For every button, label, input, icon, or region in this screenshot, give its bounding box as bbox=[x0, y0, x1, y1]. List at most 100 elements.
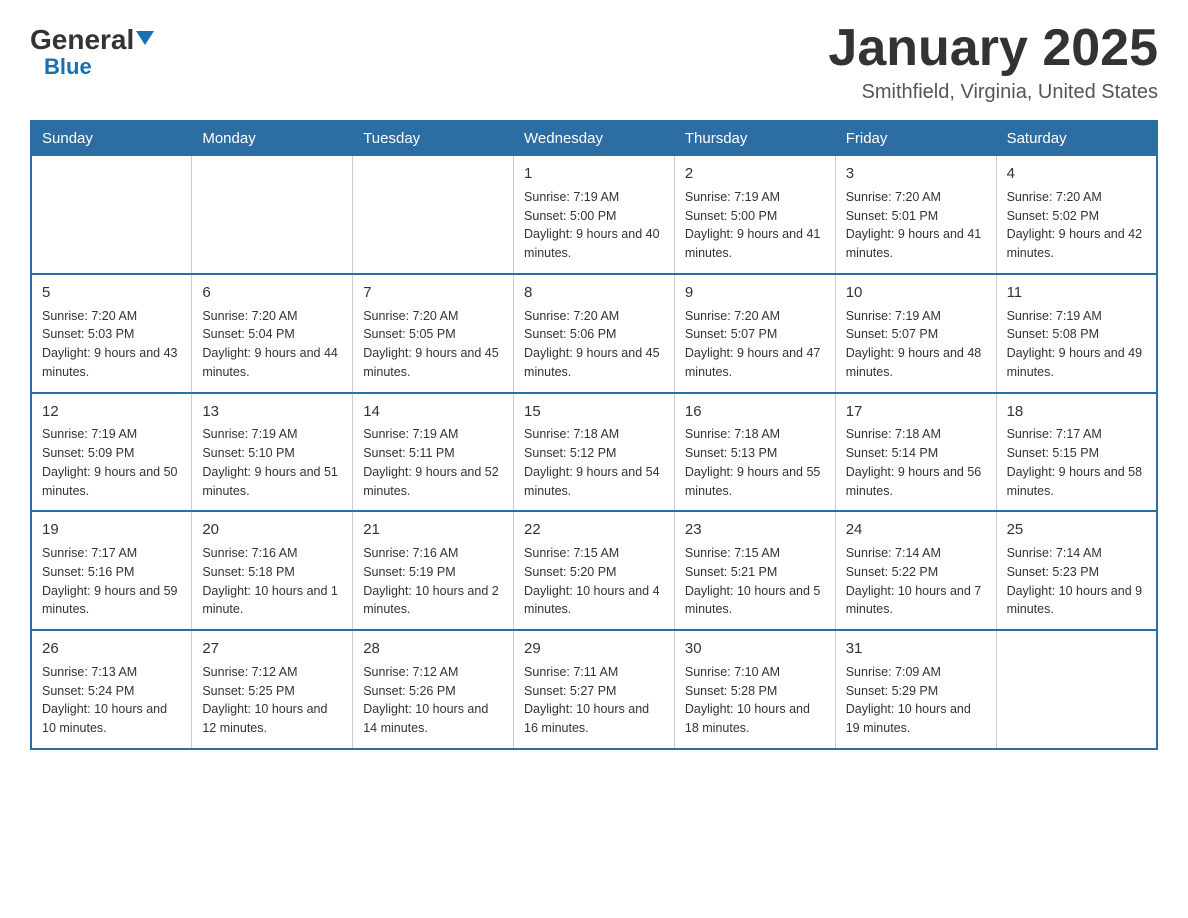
day-info: Sunrise: 7:16 AM Sunset: 5:18 PM Dayligh… bbox=[202, 544, 342, 619]
logo-blue: Blue bbox=[44, 56, 92, 78]
day-info: Sunrise: 7:20 AM Sunset: 5:06 PM Dayligh… bbox=[524, 307, 664, 382]
calendar-table: SundayMondayTuesdayWednesdayThursdayFrid… bbox=[30, 120, 1158, 750]
day-info: Sunrise: 7:11 AM Sunset: 5:27 PM Dayligh… bbox=[524, 663, 664, 738]
calendar-week-row: 19 Sunrise: 7:17 AM Sunset: 5:16 PM Dayli… bbox=[31, 511, 1157, 630]
location: Smithfield, Virginia, United States bbox=[828, 81, 1158, 104]
day-number: 28 bbox=[363, 638, 503, 660]
day-info: Sunrise: 7:12 AM Sunset: 5:25 PM Dayligh… bbox=[202, 663, 342, 738]
day-number: 21 bbox=[363, 519, 503, 541]
calendar-cell: 16Sunrise: 7:18 AM Sunset: 5:13 PM Dayli… bbox=[674, 393, 835, 512]
calendar-cell: 20 Sunrise: 7:16 AM Sunset: 5:18 PM Dayli… bbox=[192, 511, 353, 630]
day-number: 25 bbox=[1007, 519, 1146, 541]
day-number: 13 bbox=[202, 401, 342, 423]
calendar-cell: 31Sunrise: 7:09 AM Sunset: 5:29 PM Dayli… bbox=[835, 630, 996, 749]
calendar-week-row: 5 Sunrise: 7:20 AM Sunset: 5:03 PM Daylig… bbox=[31, 274, 1157, 393]
day-number: 22 bbox=[524, 519, 664, 541]
calendar-cell: 17Sunrise: 7:18 AM Sunset: 5:14 PM Dayli… bbox=[835, 393, 996, 512]
calendar-header-tuesday: Tuesday bbox=[353, 121, 514, 156]
day-info: Sunrise: 7:13 AM Sunset: 5:24 PM Dayligh… bbox=[42, 663, 181, 738]
logo-triangle-icon bbox=[136, 31, 154, 45]
day-info: Sunrise: 7:14 AM Sunset: 5:22 PM Dayligh… bbox=[846, 544, 986, 619]
day-number: 8 bbox=[524, 282, 664, 304]
calendar-cell: 5 Sunrise: 7:20 AM Sunset: 5:03 PM Daylig… bbox=[31, 274, 192, 393]
calendar-cell: 15Sunrise: 7:18 AM Sunset: 5:12 PM Dayli… bbox=[514, 393, 675, 512]
day-info: Sunrise: 7:09 AM Sunset: 5:29 PM Dayligh… bbox=[846, 663, 986, 738]
calendar-header-thursday: Thursday bbox=[674, 121, 835, 156]
day-info: Sunrise: 7:15 AM Sunset: 5:20 PM Dayligh… bbox=[524, 544, 664, 619]
calendar-cell bbox=[996, 630, 1157, 749]
calendar-header-saturday: Saturday bbox=[996, 121, 1157, 156]
day-info: Sunrise: 7:19 AM Sunset: 5:11 PM Dayligh… bbox=[363, 425, 503, 500]
calendar-cell: 26Sunrise: 7:13 AM Sunset: 5:24 PM Dayli… bbox=[31, 630, 192, 749]
day-number: 4 bbox=[1007, 163, 1146, 185]
calendar-cell: 10 Sunrise: 7:19 AM Sunset: 5:07 PM Dayli… bbox=[835, 274, 996, 393]
day-number: 16 bbox=[685, 401, 825, 423]
calendar-cell: 4Sunrise: 7:20 AM Sunset: 5:02 PM Daylig… bbox=[996, 156, 1157, 274]
calendar-cell: 23 Sunrise: 7:15 AM Sunset: 5:21 PM Dayli… bbox=[674, 511, 835, 630]
calendar-cell: 25 Sunrise: 7:14 AM Sunset: 5:23 PM Dayli… bbox=[996, 511, 1157, 630]
day-number: 5 bbox=[42, 282, 181, 304]
day-number: 14 bbox=[363, 401, 503, 423]
day-info: Sunrise: 7:20 AM Sunset: 5:05 PM Dayligh… bbox=[363, 307, 503, 382]
day-info: Sunrise: 7:15 AM Sunset: 5:21 PM Dayligh… bbox=[685, 544, 825, 619]
day-number: 12 bbox=[42, 401, 181, 423]
day-number: 29 bbox=[524, 638, 664, 660]
day-info: Sunrise: 7:18 AM Sunset: 5:13 PM Dayligh… bbox=[685, 425, 825, 500]
calendar-header-monday: Monday bbox=[192, 121, 353, 156]
calendar-cell: 8 Sunrise: 7:20 AM Sunset: 5:06 PM Daylig… bbox=[514, 274, 675, 393]
day-info: Sunrise: 7:19 AM Sunset: 5:10 PM Dayligh… bbox=[202, 425, 342, 500]
calendar-cell: 27Sunrise: 7:12 AM Sunset: 5:25 PM Dayli… bbox=[192, 630, 353, 749]
calendar-cell bbox=[353, 156, 514, 274]
day-info: Sunrise: 7:19 AM Sunset: 5:07 PM Dayligh… bbox=[846, 307, 986, 382]
calendar-cell: 2 Sunrise: 7:19 AM Sunset: 5:00 PM Daylig… bbox=[674, 156, 835, 274]
day-info: Sunrise: 7:19 AM Sunset: 5:08 PM Dayligh… bbox=[1007, 307, 1146, 382]
day-info: Sunrise: 7:16 AM Sunset: 5:19 PM Dayligh… bbox=[363, 544, 503, 619]
day-number: 23 bbox=[685, 519, 825, 541]
calendar-cell: 9 Sunrise: 7:20 AM Sunset: 5:07 PM Daylig… bbox=[674, 274, 835, 393]
day-number: 10 bbox=[846, 282, 986, 304]
day-number: 17 bbox=[846, 401, 986, 423]
calendar-cell: 28Sunrise: 7:12 AM Sunset: 5:26 PM Dayli… bbox=[353, 630, 514, 749]
day-number: 6 bbox=[202, 282, 342, 304]
day-info: Sunrise: 7:20 AM Sunset: 5:01 PM Dayligh… bbox=[846, 188, 986, 263]
calendar-cell: 14Sunrise: 7:19 AM Sunset: 5:11 PM Dayli… bbox=[353, 393, 514, 512]
calendar-week-row: 12Sunrise: 7:19 AM Sunset: 5:09 PM Dayli… bbox=[31, 393, 1157, 512]
calendar-header-wednesday: Wednesday bbox=[514, 121, 675, 156]
day-info: Sunrise: 7:14 AM Sunset: 5:23 PM Dayligh… bbox=[1007, 544, 1146, 619]
calendar-cell: 13Sunrise: 7:19 AM Sunset: 5:10 PM Dayli… bbox=[192, 393, 353, 512]
month-title: January 2025 bbox=[828, 20, 1158, 77]
calendar-cell: 3 Sunrise: 7:20 AM Sunset: 5:01 PM Daylig… bbox=[835, 156, 996, 274]
calendar-cell: 29 Sunrise: 7:11 AM Sunset: 5:27 PM Dayli… bbox=[514, 630, 675, 749]
day-info: Sunrise: 7:18 AM Sunset: 5:14 PM Dayligh… bbox=[846, 425, 986, 500]
calendar-cell: 7 Sunrise: 7:20 AM Sunset: 5:05 PM Daylig… bbox=[353, 274, 514, 393]
logo-general: General bbox=[30, 26, 134, 54]
day-number: 24 bbox=[846, 519, 986, 541]
day-number: 11 bbox=[1007, 282, 1146, 304]
page-header: General Blue January 2025 Smithfield, Vi… bbox=[30, 20, 1158, 104]
day-number: 3 bbox=[846, 163, 986, 185]
day-number: 20 bbox=[202, 519, 342, 541]
day-number: 9 bbox=[685, 282, 825, 304]
day-number: 19 bbox=[42, 519, 181, 541]
day-info: Sunrise: 7:19 AM Sunset: 5:00 PM Dayligh… bbox=[524, 188, 664, 263]
calendar-cell: 6Sunrise: 7:20 AM Sunset: 5:04 PM Daylig… bbox=[192, 274, 353, 393]
calendar-cell: 19 Sunrise: 7:17 AM Sunset: 5:16 PM Dayli… bbox=[31, 511, 192, 630]
calendar-cell bbox=[192, 156, 353, 274]
calendar-cell: 21 Sunrise: 7:16 AM Sunset: 5:19 PM Dayli… bbox=[353, 511, 514, 630]
calendar-header-sunday: Sunday bbox=[31, 121, 192, 156]
calendar-cell: 24 Sunrise: 7:14 AM Sunset: 5:22 PM Dayli… bbox=[835, 511, 996, 630]
day-number: 7 bbox=[363, 282, 503, 304]
day-number: 2 bbox=[685, 163, 825, 185]
day-info: Sunrise: 7:18 AM Sunset: 5:12 PM Dayligh… bbox=[524, 425, 664, 500]
day-info: Sunrise: 7:20 AM Sunset: 5:03 PM Dayligh… bbox=[42, 307, 181, 382]
day-info: Sunrise: 7:19 AM Sunset: 5:00 PM Dayligh… bbox=[685, 188, 825, 263]
day-info: Sunrise: 7:17 AM Sunset: 5:15 PM Dayligh… bbox=[1007, 425, 1146, 500]
day-number: 1 bbox=[524, 163, 664, 185]
calendar-header-row: SundayMondayTuesdayWednesdayThursdayFrid… bbox=[31, 121, 1157, 156]
calendar-cell: 22 Sunrise: 7:15 AM Sunset: 5:20 PM Dayli… bbox=[514, 511, 675, 630]
calendar-cell: 30Sunrise: 7:10 AM Sunset: 5:28 PM Dayli… bbox=[674, 630, 835, 749]
day-info: Sunrise: 7:20 AM Sunset: 5:07 PM Dayligh… bbox=[685, 307, 825, 382]
day-info: Sunrise: 7:17 AM Sunset: 5:16 PM Dayligh… bbox=[42, 544, 181, 619]
calendar-cell bbox=[31, 156, 192, 274]
calendar-cell: 18Sunrise: 7:17 AM Sunset: 5:15 PM Dayli… bbox=[996, 393, 1157, 512]
